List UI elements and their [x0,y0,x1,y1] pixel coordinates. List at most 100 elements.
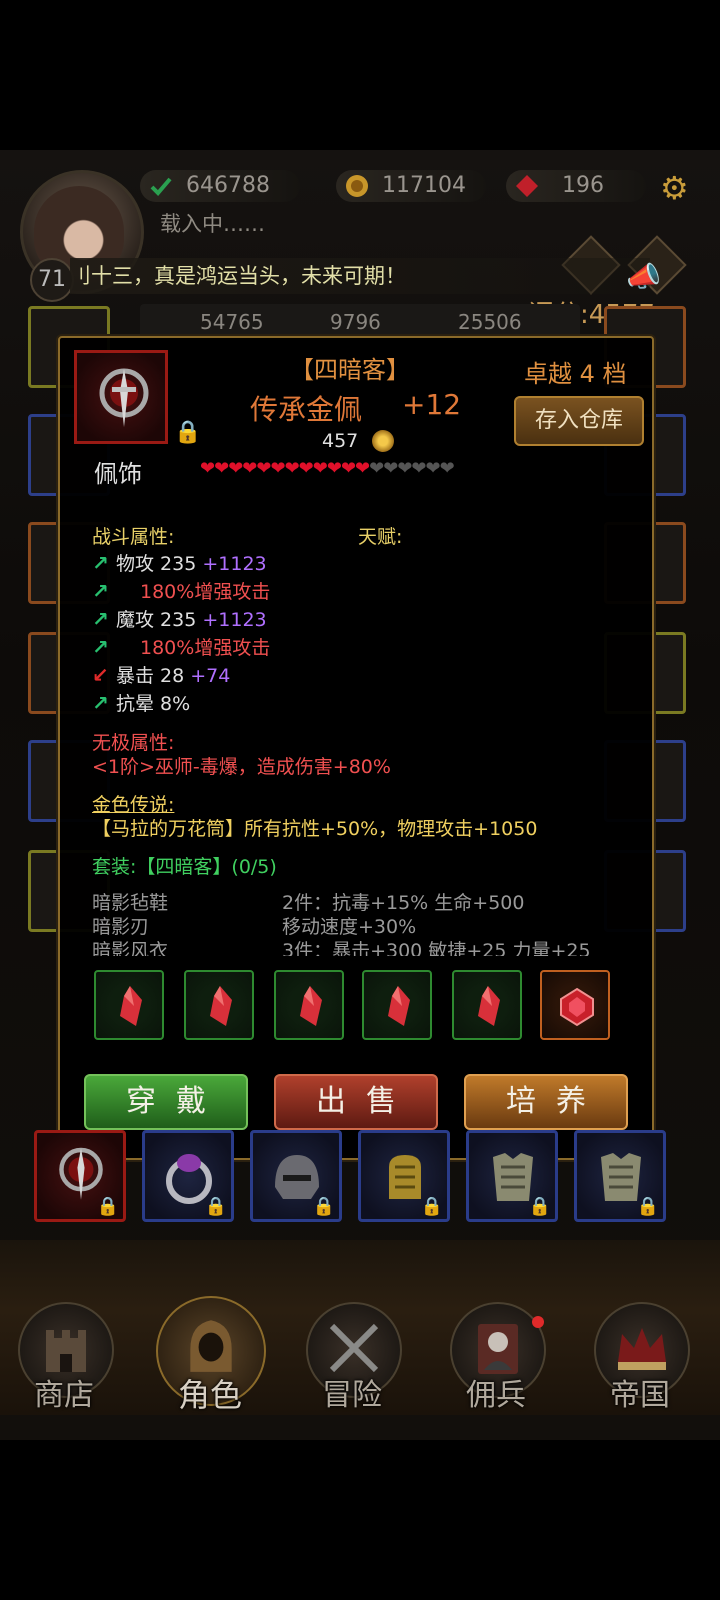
wear-button[interactable]: 穿戴 [84,1074,248,1130]
store-in-warehouse-button[interactable]: 存入仓库 [514,396,644,446]
set-piece: 暗影风衣 [92,940,169,956]
red-gem-icon [516,175,538,197]
stat-row: ↙ 暴击 28 +74 [92,662,230,688]
heart-filled-icon: ❤ [214,458,229,479]
set-piece: 暗影刃 [92,916,150,938]
set-list[interactable]: 暗影毡鞋 暗影刃 暗影风衣 2件：抗毒+15% 生命+500 移动速度+30% … [92,886,632,956]
heart-filled-icon: ❤ [340,458,356,479]
stat-value-1: 54765 [200,310,264,334]
loading-text: 载入中…… [160,212,265,236]
horn-icon[interactable]: 📣 [626,260,661,293]
amulet-icon [99,368,149,427]
item-enhance-level: +12 [402,388,462,421]
coin-icon [372,430,394,452]
arrow-up-icon: ↗ [92,691,109,715]
stat-extra: 180%增强攻击 [140,581,271,603]
ruby-gem-icon [560,987,594,1027]
stat-row: ↗ 180%增强攻击 [92,578,270,604]
nav-empire-label[interactable]: 帝国 [610,1370,670,1414]
heart-filled-icon: ❤ [355,458,370,479]
item-icon-frame [74,350,168,444]
lock-icon[interactable]: 🔒 [174,420,201,445]
castle-icon [46,1330,86,1372]
arrow-up-icon: ↗ [92,635,109,659]
heart-filled-icon: ❤ [242,458,257,479]
set-piece: 暗影毡鞋 [92,892,169,914]
heart-empty-icon: ❤ [397,458,412,479]
lock-icon: 🔒 [204,1196,227,1217]
gem-slot-6[interactable] [540,970,610,1040]
resource-coins: 117104 [336,170,486,202]
gem-slot-3[interactable] [274,970,344,1040]
level-badge: 71 [30,258,74,302]
nav-character-label[interactable]: 角色 [178,1370,242,1416]
stat-label: 抗晕 8% [116,693,191,715]
resource-gems-value: 196 [562,173,604,198]
heart-filled-icon: ❤ [284,458,300,479]
red-crystal-icon [210,986,232,1026]
stat-label: 魔攻 235 [116,609,197,631]
equip-slot-ring[interactable]: 🔒 [142,1130,234,1222]
wuji-text: <1阶>巫师-毒爆，造成伤害+80% [92,756,391,778]
nav-mercenary-label[interactable]: 佣兵 [466,1370,526,1414]
nav-shop-label[interactable]: 商店 [34,1370,94,1414]
stat-label: 物攻 235 [116,553,197,575]
item-set-title: 【四暗客】 [290,356,410,384]
equip-slot-gloves[interactable]: 🔒 [358,1130,450,1222]
heart-filled-icon: ❤ [270,458,285,479]
set-bonus: 移动速度+30% [282,916,417,938]
combat-heading: 战斗属性: [92,526,175,548]
stat-row: ↗ 物攻 235 +1123 [92,550,267,576]
stat-bonus: +1123 [202,609,267,631]
red-crystal-icon [120,986,142,1026]
legend-text: 【马拉的万花筒】所有抗性+50%，物理攻击+1050 [92,818,538,840]
arrow-up-icon: ↗ [92,607,109,631]
stat-bonus: +1123 [202,553,267,575]
equip-slot-helmet[interactable]: 🔒 [250,1130,342,1222]
arrow-up-icon: ↗ [92,551,109,575]
stat-extra: 180%增强攻击 [140,637,271,659]
heart-filled-icon: ❤ [200,458,215,479]
stat-label: 暴击 28 [116,665,185,687]
arrow-up-icon: ↗ [92,579,109,603]
green-check-icon [150,177,172,196]
sell-button[interactable]: 出售 [274,1074,438,1130]
crown-icon [618,1328,666,1370]
heart-filled-icon: ❤ [228,458,243,479]
resource-exp-value: 646788 [186,173,270,198]
star-rating-hearts: ❤❤❤❤❤❤❤❤❤❤❤❤❤❤❤❤❤❤ [200,458,455,479]
gem-slot-4[interactable] [362,970,432,1040]
lock-icon: 🔒 [96,1196,119,1217]
gear-icon[interactable]: ⚙ [660,172,692,204]
hooded-figure-icon [190,1320,232,1372]
stat-row: ↗ 魔攻 235 +1123 [92,606,267,632]
resource-coins-value: 117104 [382,173,466,198]
item-name: 传承金佩 [250,393,363,426]
lock-icon: 🔒 [528,1196,551,1217]
gem-slot-5[interactable] [452,970,522,1040]
gem-slot-1[interactable] [94,970,164,1040]
red-crystal-icon [300,986,322,1026]
gem-slot-2[interactable] [184,970,254,1040]
equip-slot-amulet[interactable]: 🔒 [34,1130,126,1222]
lock-icon: 🔒 [312,1196,335,1217]
item-tier: 卓越 4 档 [524,360,627,388]
red-crystal-icon [478,986,500,1026]
mercenary-card-icon [478,1324,518,1374]
train-button[interactable]: 培养 [464,1074,628,1130]
coin-icon [346,175,368,197]
heart-filled-icon: ❤ [256,458,271,479]
equip-slot-armor[interactable]: 🔒 [466,1130,558,1222]
stat-value-2: 9796 [330,310,381,334]
heart-empty-icon: ❤ [369,458,384,479]
equip-slot-armor-2[interactable]: 🔒 [574,1130,666,1222]
stat-bonus: +74 [190,665,231,687]
stat-row: ↗ 抗晕 8% [92,690,190,716]
stat-row: ↗ 180%增强攻击 [92,634,270,660]
stat-value-3: 25506 [458,310,522,334]
wuji-heading: 无极属性: [92,732,175,754]
stats-strip: 54765 9796 25506 [140,304,580,340]
set-heading: 套装:【四暗客】(0/5) [92,856,277,878]
heart-empty-icon: ❤ [411,458,426,479]
nav-adventure-label[interactable]: 冒险 [322,1370,382,1414]
